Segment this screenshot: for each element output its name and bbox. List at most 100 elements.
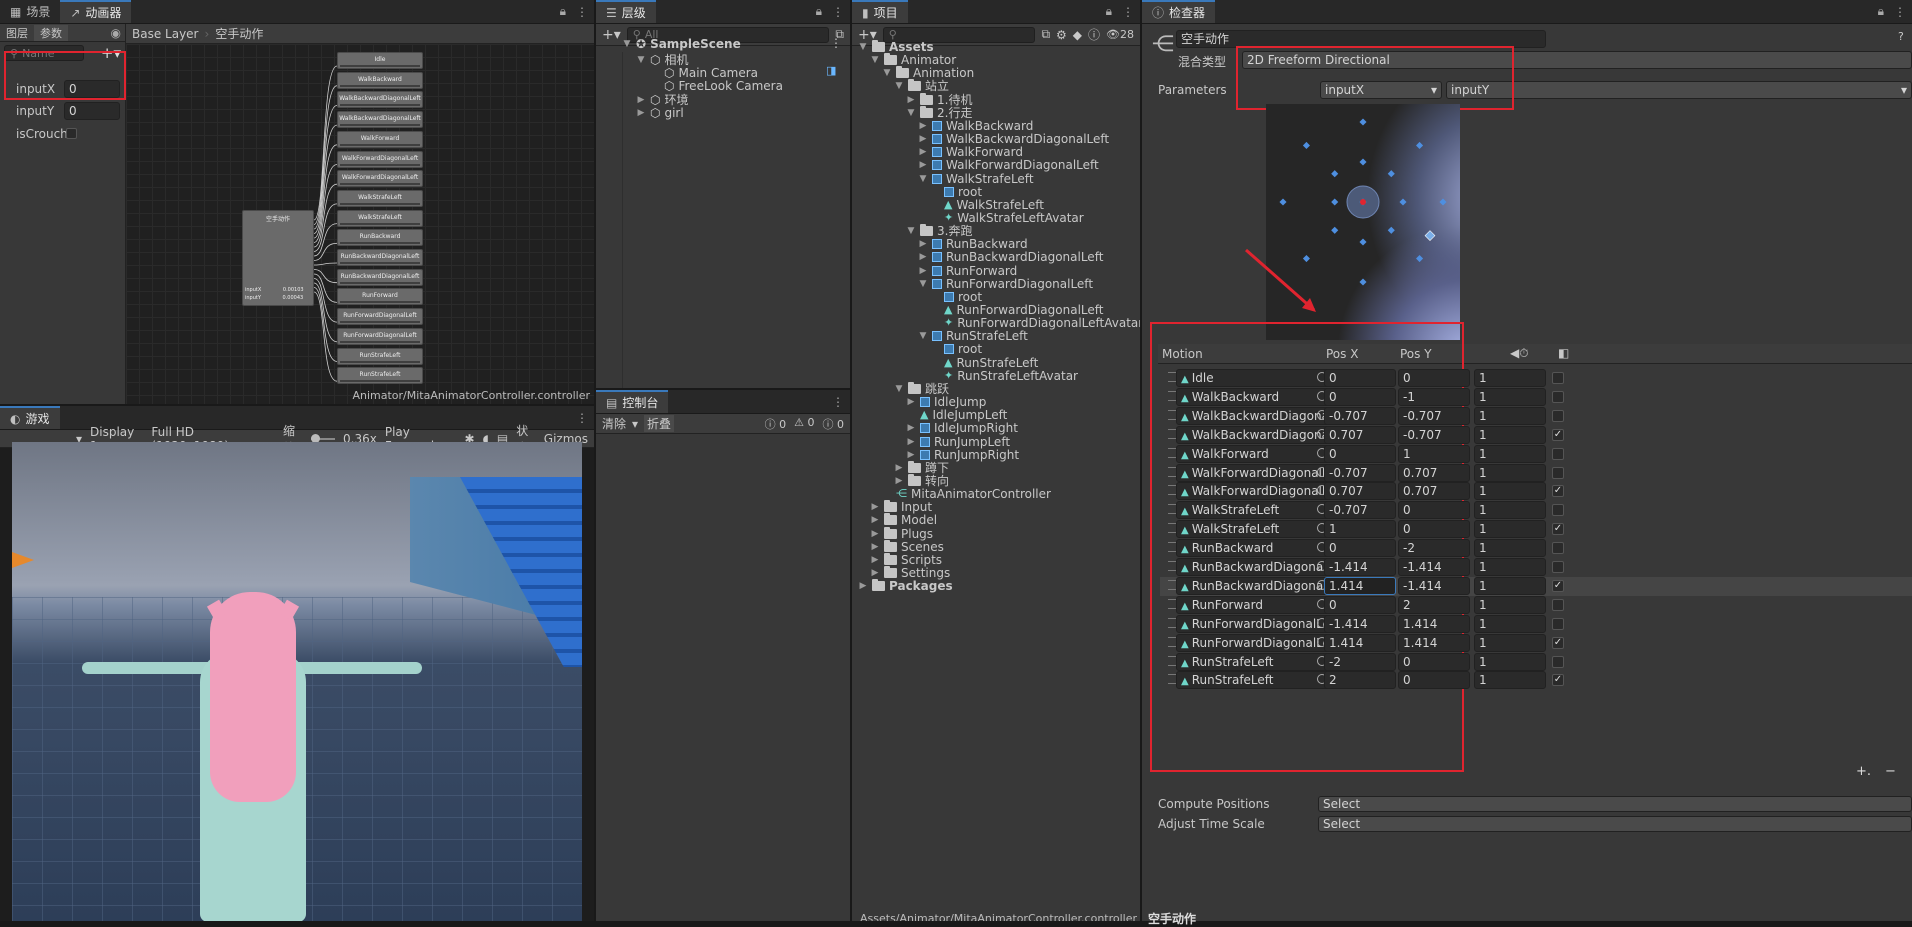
- project-item[interactable]: ▶ Packages: [858, 578, 953, 594]
- inputx-value-field[interactable]: 0: [64, 80, 120, 98]
- motion-node[interactable]: WalkForwardDiagonalLeft: [337, 150, 423, 168]
- drag-handle-icon[interactable]: [1168, 372, 1176, 382]
- subtab-parameters[interactable]: 参数: [34, 24, 68, 41]
- drag-handle-icon[interactable]: [1168, 447, 1176, 458]
- remove-motion-button[interactable]: −: [1885, 764, 1896, 779]
- time-scale-field[interactable]: 1: [1474, 463, 1546, 482]
- breadcrumb-base-layer[interactable]: Base Layer: [132, 27, 199, 41]
- time-scale-field[interactable]: 1: [1474, 652, 1546, 671]
- motion-node[interactable]: RunBackwardDiagonalLeft: [337, 268, 423, 286]
- pos-y-field[interactable]: 0.707: [1398, 482, 1470, 501]
- error-count[interactable]: ⓘ 0: [823, 416, 845, 432]
- time-scale-field[interactable]: 1: [1474, 501, 1546, 520]
- iscrouch-checkbox[interactable]: [66, 128, 77, 139]
- time-scale-field[interactable]: 1: [1474, 444, 1546, 463]
- time-scale-field[interactable]: 1: [1474, 425, 1546, 444]
- warning-filter-icon[interactable]: ⓘ: [1088, 26, 1100, 43]
- tab-scene[interactable]: ▦ 场景: [0, 0, 60, 23]
- mirror-checkbox[interactable]: [1552, 390, 1564, 403]
- pos-y-field[interactable]: 0: [1398, 369, 1470, 387]
- time-scale-field[interactable]: 1: [1474, 406, 1546, 425]
- inputy-value-field[interactable]: 0: [64, 102, 120, 120]
- pos-x-field[interactable]: 1.414: [1324, 633, 1396, 652]
- mirror-checkbox[interactable]: [1552, 466, 1564, 479]
- drag-handle-icon[interactable]: [1168, 636, 1176, 647]
- visibility-count[interactable]: 👁︎28: [1106, 28, 1134, 41]
- param-y-dropdown[interactable]: inputY ▾: [1446, 81, 1912, 99]
- mirror-checkbox[interactable]: [1552, 598, 1564, 611]
- pos-y-field[interactable]: 0: [1398, 652, 1470, 671]
- time-scale-field[interactable]: 1: [1474, 671, 1546, 690]
- mirror-checkbox[interactable]: ✓: [1552, 485, 1564, 498]
- mirror-checkbox[interactable]: ✓: [1552, 636, 1564, 649]
- drag-handle-icon[interactable]: [1168, 504, 1176, 515]
- pos-y-field[interactable]: -2: [1398, 539, 1470, 558]
- motion-field[interactable]: ▲ RunStrafeLeft: [1176, 671, 1332, 690]
- pos-y-field[interactable]: -1: [1398, 387, 1470, 406]
- add-icon[interactable]: +▾: [602, 27, 621, 43]
- game-viewport[interactable]: [12, 442, 582, 921]
- adjust-time-scale-dropdown[interactable]: Select: [1318, 816, 1912, 832]
- time-scale-field[interactable]: 1: [1474, 595, 1546, 614]
- more-icon[interactable]: ⋮: [1894, 5, 1906, 19]
- drag-handle-icon[interactable]: [1168, 390, 1176, 401]
- pos-x-field[interactable]: 0: [1324, 595, 1396, 614]
- pos-x-field[interactable]: 0.707: [1324, 425, 1396, 444]
- motion-field[interactable]: ▲ WalkBackward: [1176, 387, 1332, 406]
- motion-node[interactable]: WalkStrafeLeft: [337, 189, 423, 207]
- motion-node[interactable]: Idle: [337, 52, 423, 69]
- mirror-checkbox[interactable]: ✓: [1552, 428, 1564, 441]
- pos-x-field[interactable]: 2: [1324, 671, 1396, 690]
- motion-node[interactable]: RunForward: [337, 288, 423, 306]
- pos-x-field[interactable]: 0: [1324, 539, 1396, 558]
- pos-y-field[interactable]: -0.707: [1398, 406, 1470, 425]
- more-icon[interactable]: ⋮: [832, 395, 844, 409]
- lock-icon[interactable]: 🔒︎: [816, 4, 822, 19]
- pos-x-field[interactable]: 0: [1324, 387, 1396, 406]
- motion-node[interactable]: RunForwardDiagonalLeft: [337, 308, 423, 326]
- pos-x-field[interactable]: -1.414: [1324, 558, 1396, 576]
- lock-icon[interactable]: 🔒︎: [1106, 4, 1112, 19]
- time-scale-field[interactable]: 1: [1474, 633, 1546, 652]
- pos-x-field[interactable]: -0.707: [1324, 463, 1396, 482]
- mirror-checkbox[interactable]: [1552, 617, 1564, 630]
- more-icon[interactable]: ⋮: [576, 5, 588, 19]
- time-scale-field[interactable]: 1: [1474, 558, 1546, 576]
- motion-node[interactable]: WalkStrafeLeft: [337, 209, 423, 227]
- motion-node[interactable]: RunBackward: [337, 229, 423, 247]
- pos-y-field[interactable]: -1.414: [1398, 576, 1470, 595]
- time-scale-field[interactable]: 1: [1474, 520, 1546, 539]
- mirror-checkbox[interactable]: [1552, 504, 1564, 517]
- pos-y-field[interactable]: 0.707: [1398, 463, 1470, 482]
- motion-field[interactable]: ▲ WalkBackwardDiagonalL: [1176, 406, 1332, 425]
- time-scale-field[interactable]: 1: [1474, 387, 1546, 406]
- motion-field[interactable]: ▲ Idle: [1176, 369, 1332, 387]
- tab-animator[interactable]: ↗ 动画器: [60, 0, 132, 23]
- hierarchy-scene-row[interactable]: ▼ ✪ SampleScene: [622, 36, 741, 52]
- search-by-type-icon[interactable]: ⧉: [1041, 27, 1050, 42]
- tab-game[interactable]: ◐ 游戏: [0, 406, 60, 429]
- pos-x-field[interactable]: 1: [1324, 520, 1396, 539]
- breadcrumb-blend-tree[interactable]: 空手动作: [215, 25, 263, 42]
- pos-y-field[interactable]: 1.414: [1398, 633, 1470, 652]
- pos-y-field[interactable]: 2: [1398, 595, 1470, 614]
- pos-x-field[interactable]: -0.707: [1324, 501, 1396, 520]
- filter-icon[interactable]: ⚙: [1056, 28, 1067, 42]
- drag-handle-icon[interactable]: [1168, 428, 1176, 439]
- motion-field[interactable]: ▲ WalkForwardDiagonalLef: [1176, 463, 1332, 482]
- motion-field[interactable]: ▲ WalkStrafeLeft: [1176, 520, 1332, 539]
- mirror-checkbox[interactable]: ✓: [1552, 674, 1564, 687]
- motion-field[interactable]: ▲ WalkForward: [1176, 444, 1332, 463]
- pos-y-field[interactable]: -0.707: [1398, 425, 1470, 444]
- pos-y-field[interactable]: 1: [1398, 444, 1470, 463]
- drag-handle-icon[interactable]: [1168, 523, 1176, 534]
- motion-field[interactable]: ▲ RunForwardDiagonalLeft: [1176, 614, 1332, 633]
- mirror-checkbox[interactable]: [1552, 655, 1564, 668]
- compute-positions-dropdown[interactable]: Select: [1318, 796, 1912, 812]
- drag-handle-icon[interactable]: [1168, 579, 1176, 590]
- pos-y-field[interactable]: -1.414: [1398, 558, 1470, 576]
- motion-node[interactable]: RunStrafeLeft: [337, 347, 423, 365]
- scene-more-icon[interactable]: ⋮: [830, 36, 842, 50]
- drag-handle-icon[interactable]: [1168, 598, 1176, 609]
- hierarchy-item[interactable]: ▶ ⬡ girl: [636, 105, 684, 121]
